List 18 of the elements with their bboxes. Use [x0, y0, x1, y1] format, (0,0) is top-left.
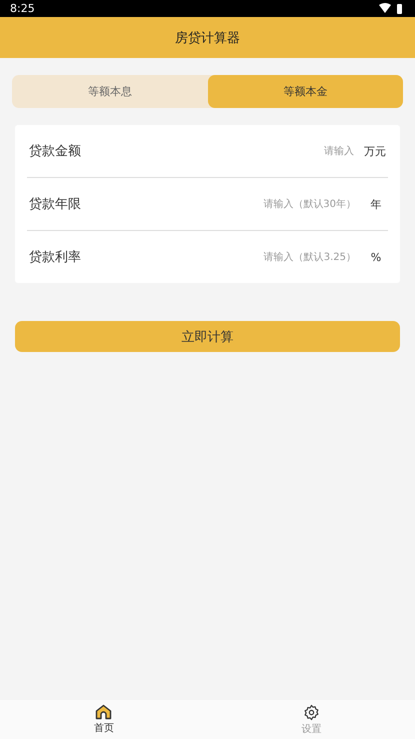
input-field[interactable]: 请输入	[89, 144, 356, 158]
tab[interactable]: 等额本金	[208, 75, 403, 108]
input-field[interactable]: 请输入（默认30年）	[89, 198, 358, 210]
nav-item[interactable]: 首页	[0, 700, 208, 739]
header-title: 房贷计算器	[175, 30, 240, 46]
unit-label: 万元	[364, 144, 386, 158]
home-icon	[95, 704, 112, 720]
field-label: 贷款年限	[29, 196, 81, 213]
tab[interactable]: 等额本息	[12, 75, 208, 108]
status-time: 8:25	[10, 2, 35, 15]
input-field[interactable]: 请输入（默认3.25）	[89, 250, 358, 264]
unit-label: 年	[370, 196, 382, 212]
settings-icon	[302, 704, 320, 720]
status-icons	[379, 3, 405, 14]
calculate-button[interactable]: 立即计算	[15, 321, 400, 352]
field-label: 贷款利率	[29, 249, 81, 266]
field-label: 贷款金额	[29, 143, 81, 160]
unit-label: %	[370, 250, 382, 264]
